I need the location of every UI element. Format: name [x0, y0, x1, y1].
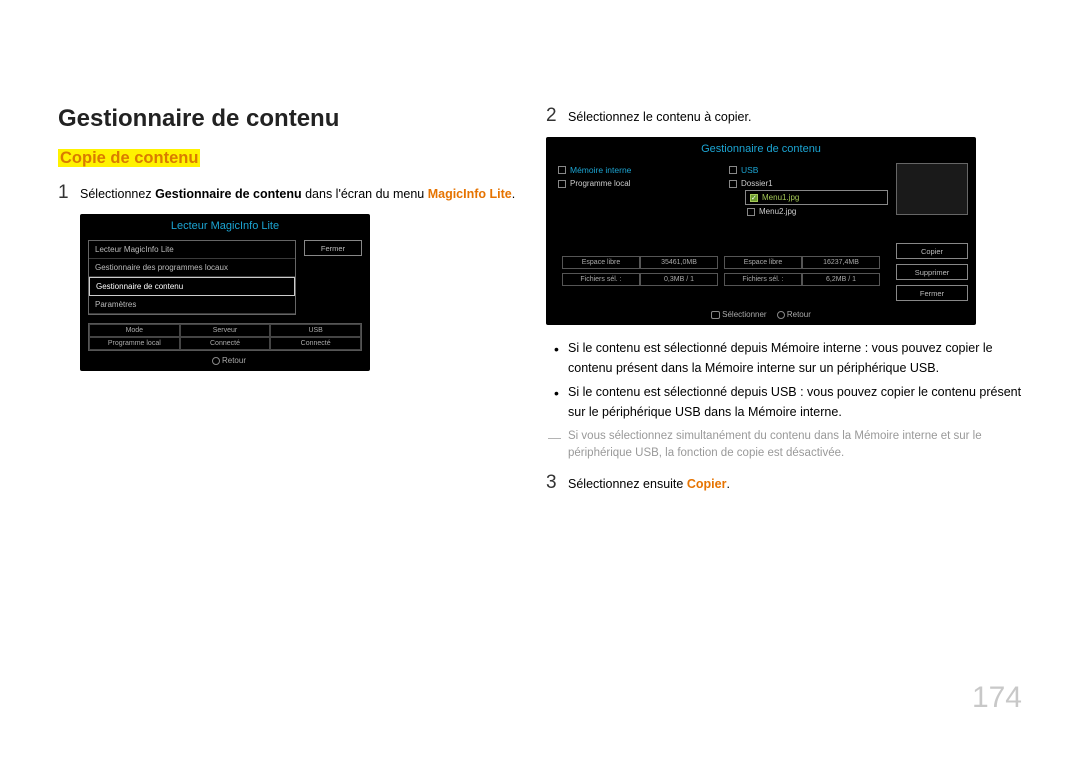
- status-grid: Mode Serveur USB Programme local Connect…: [88, 323, 362, 351]
- checkbox-icon[interactable]: [729, 180, 737, 188]
- step-3: 3 Sélectionnez ensuite Copier.: [546, 472, 1022, 494]
- bullet-list: Si le contenu est sélectionné depuis Mém…: [546, 339, 1022, 422]
- menu-item-selected[interactable]: Gestionnaire de contenu: [89, 277, 295, 296]
- step-2: 2 Sélectionnez le contenu à copier.: [546, 105, 1022, 127]
- shot2-title: Gestionnaire de contenu: [546, 137, 976, 159]
- page-number: 174: [972, 681, 1022, 715]
- section-title: Copie de contenu: [58, 149, 200, 168]
- checkbox-checked-icon[interactable]: [750, 194, 758, 202]
- stat-box: Espace libre35461,0MB: [562, 256, 718, 269]
- panel-head-internal[interactable]: Mémoire interne: [554, 163, 717, 177]
- back-icon: [777, 311, 785, 319]
- bullet-item: Si le contenu est sélectionné depuis Mém…: [552, 339, 1022, 378]
- shot1-title: Lecteur MagicInfo Lite: [80, 214, 370, 236]
- close-button[interactable]: Fermer: [896, 285, 968, 301]
- screenshot-player: Lecteur MagicInfo Lite Lecteur MagicInfo…: [80, 214, 370, 371]
- stat-box: Fichiers sél. :6,2MB / 1: [724, 273, 880, 286]
- delete-button[interactable]: Supprimer: [896, 264, 968, 280]
- note: Si vous sélectionnez simultanément du co…: [546, 428, 1022, 463]
- bullet-item: Si le contenu est sélectionné depuis USB…: [552, 383, 1022, 422]
- preview-box: [896, 163, 968, 215]
- page-title: Gestionnaire de contenu: [58, 105, 518, 133]
- menu-item[interactable]: Gestionnaire des programmes locaux: [89, 259, 295, 277]
- shot1-footer: Retour: [80, 351, 370, 371]
- select-icon: [711, 311, 720, 319]
- list-item[interactable]: Programme local: [554, 177, 717, 190]
- copy-button[interactable]: Copier: [896, 243, 968, 259]
- list-item[interactable]: Menu2.jpg: [725, 205, 888, 218]
- menu-item[interactable]: Lecteur MagicInfo Lite: [89, 241, 295, 259]
- back-icon: [212, 357, 220, 365]
- panel-head-usb[interactable]: USB: [725, 163, 888, 177]
- list-item[interactable]: Dossier1: [725, 177, 888, 190]
- stat-box: Espace libre16237,4MB: [724, 256, 880, 269]
- checkbox-icon[interactable]: [558, 166, 566, 174]
- list-item-selected[interactable]: Menu1.jpg: [745, 190, 888, 205]
- menu-item[interactable]: Paramètres: [89, 296, 295, 314]
- checkbox-icon[interactable]: [558, 180, 566, 188]
- checkbox-icon[interactable]: [729, 166, 737, 174]
- screenshot-content-manager: Gestionnaire de contenu Mémoire interne …: [546, 137, 976, 325]
- shot2-footer: Sélectionner Retour: [546, 305, 976, 325]
- close-button[interactable]: Fermer: [304, 240, 362, 256]
- stat-box: Fichiers sél. :0,3MB / 1: [562, 273, 718, 286]
- checkbox-icon[interactable]: [747, 208, 755, 216]
- step-1: 1 Sélectionnez Gestionnaire de contenu d…: [58, 182, 518, 204]
